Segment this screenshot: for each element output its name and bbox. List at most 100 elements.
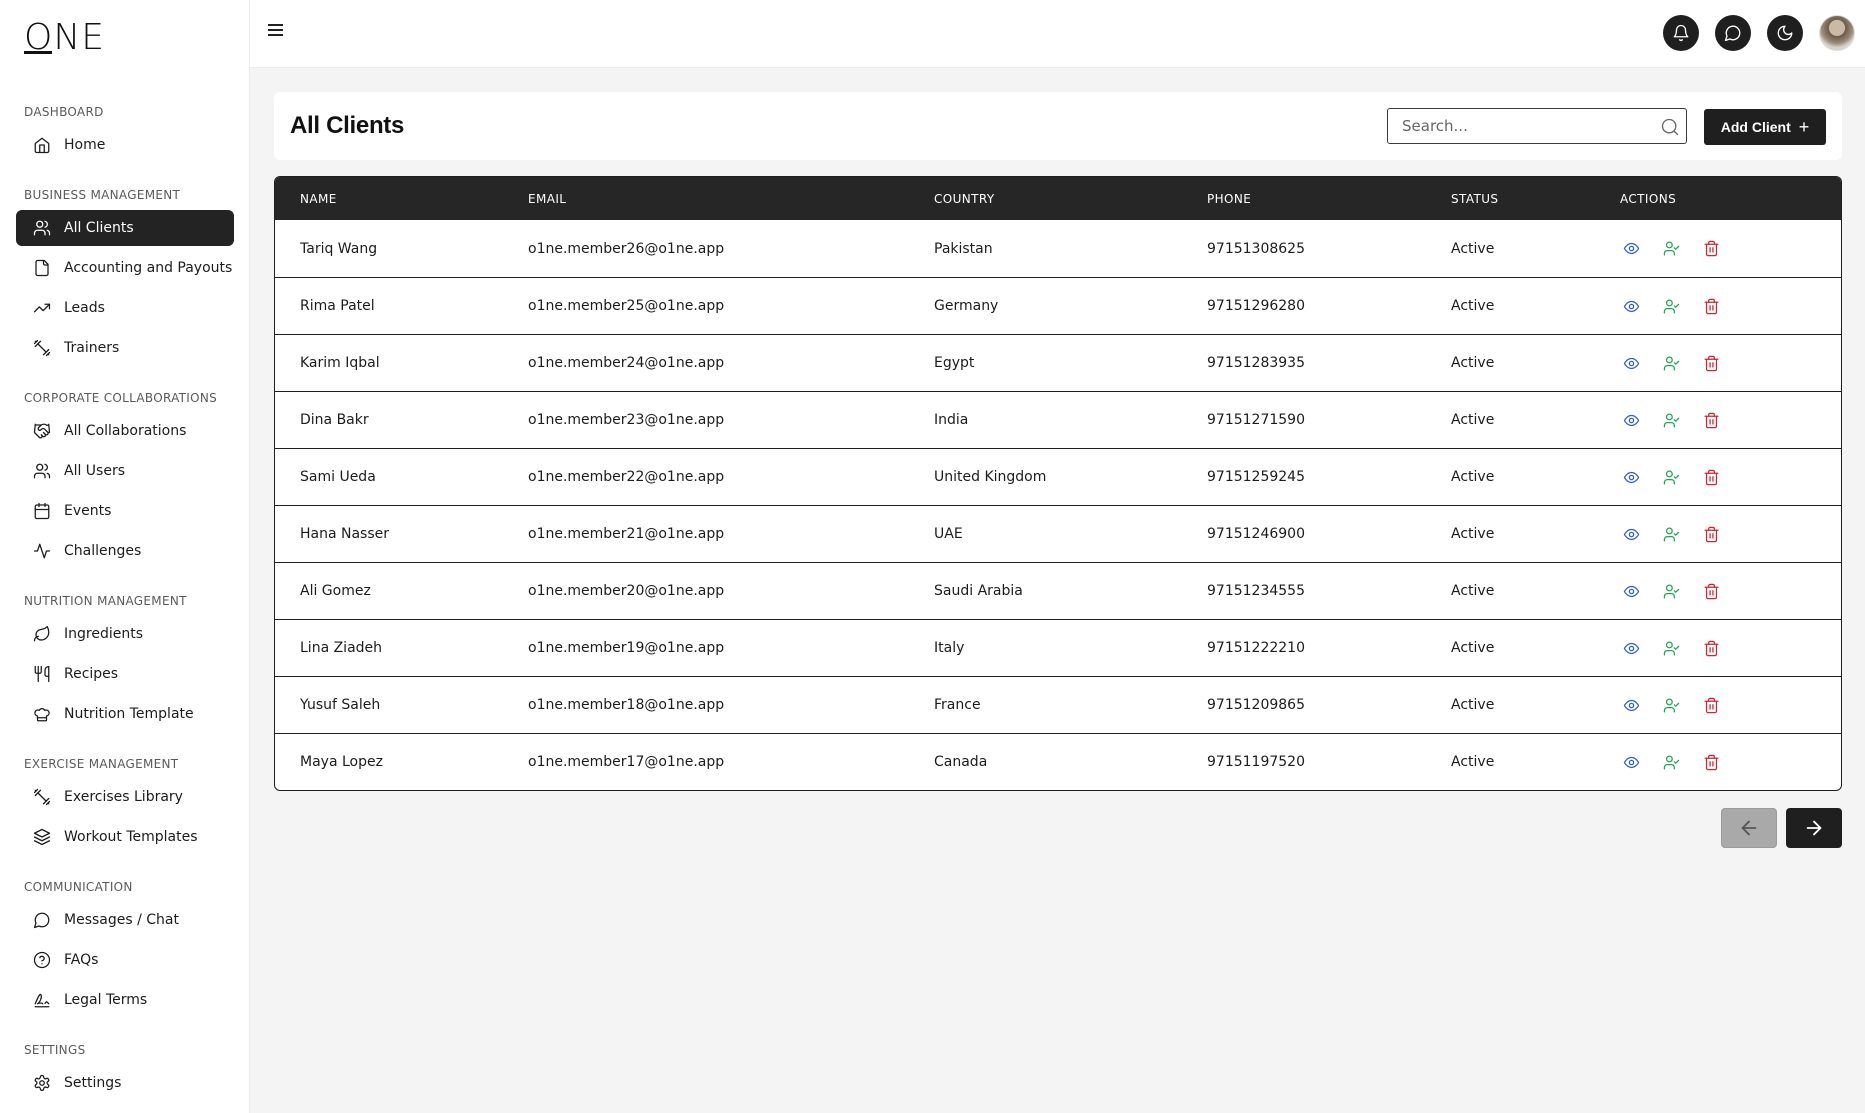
column-header-status: STATUS — [1451, 191, 1499, 206]
view-client-button[interactable] — [1620, 751, 1642, 773]
delete-client-button[interactable] — [1700, 466, 1722, 488]
assign-client-button[interactable] — [1660, 637, 1682, 659]
client-country: Italy — [934, 640, 965, 656]
view-client-button[interactable] — [1620, 694, 1642, 716]
handshake-icon — [32, 421, 52, 441]
delete-client-button[interactable] — [1700, 751, 1722, 773]
arrow-left-icon — [1741, 820, 1757, 836]
sidebar-nav: DASHBOARD Home BUSINESS MANAGEMENT All Clie… — [16, 102, 234, 1105]
view-client-button[interactable] — [1620, 409, 1642, 431]
eye-icon — [1623, 528, 1639, 540]
view-client-button[interactable] — [1620, 637, 1642, 659]
client-email: o1ne.member24@o1ne.app — [528, 355, 725, 371]
moon-icon — [1777, 25, 1793, 41]
theme-toggle-button[interactable] — [1767, 15, 1803, 51]
previous-page-button[interactable] — [1721, 808, 1777, 848]
assign-client-button[interactable] — [1660, 295, 1682, 317]
table-row: Dina Bakr o1ne.member23@o1ne.app India 9715… — [275, 391, 1841, 448]
handshake-icon — [33, 423, 51, 439]
client-phone: 97151209865 — [1207, 697, 1305, 713]
delete-client-button[interactable] — [1700, 352, 1722, 374]
sidebar-item-label: Recipes — [64, 666, 119, 682]
sidebar-item-challenges[interactable]: Challenges — [16, 533, 234, 569]
delete-client-button[interactable] — [1700, 637, 1722, 659]
sidebar-item-all-users[interactable]: All Users — [16, 453, 234, 489]
avatar[interactable] — [1819, 15, 1855, 51]
search-icon[interactable] — [1660, 117, 1680, 137]
delete-client-button[interactable] — [1700, 295, 1722, 317]
assign-client-button[interactable] — [1660, 751, 1682, 773]
next-page-button[interactable] — [1786, 808, 1842, 848]
delete-client-button[interactable] — [1700, 580, 1722, 602]
assign-client-button[interactable] — [1660, 580, 1682, 602]
view-client-button[interactable] — [1620, 523, 1642, 545]
chef-hat-icon — [32, 704, 52, 724]
trash-icon — [1703, 754, 1719, 770]
sidebar-item-accounting-and-payouts[interactable]: Accounting and Payouts — [16, 250, 234, 286]
notifications-button[interactable] — [1663, 15, 1699, 51]
sidebar-item-home[interactable]: Home — [16, 127, 234, 163]
add-client-button[interactable]: Add Client + — [1704, 109, 1826, 145]
sidebar-item-label: Settings — [64, 1075, 122, 1091]
row-actions — [1620, 637, 1722, 659]
sidebar-item-label: All Clients — [64, 220, 134, 236]
view-client-button[interactable] — [1620, 352, 1642, 374]
sidebar-item-recipes[interactable]: Recipes — [16, 656, 234, 692]
sidebar-item-ingredients[interactable]: Ingredients — [16, 616, 234, 652]
sidebar-item-all-collaborations[interactable]: All Collaborations — [16, 413, 234, 449]
assign-client-button[interactable] — [1660, 352, 1682, 374]
delete-client-button[interactable] — [1700, 238, 1722, 260]
assign-client-button[interactable] — [1660, 523, 1682, 545]
sidebar-item-all-clients[interactable]: All Clients — [16, 210, 234, 246]
assign-client-button[interactable] — [1660, 466, 1682, 488]
view-client-button[interactable] — [1620, 238, 1642, 260]
row-actions — [1620, 295, 1722, 317]
sidebar-item-leads[interactable]: Leads — [16, 290, 234, 326]
sidebar-section-title: CORPORATE COLLABORATIONS — [24, 391, 218, 405]
client-status: Active — [1451, 412, 1495, 428]
row-actions — [1620, 751, 1722, 773]
utensils-icon — [32, 664, 52, 684]
sidebar-item-trainers[interactable]: Trainers — [16, 330, 234, 366]
users-icon — [32, 218, 52, 238]
gear-icon — [32, 1073, 52, 1093]
messages-button[interactable] — [1715, 15, 1751, 51]
delete-client-button[interactable] — [1700, 409, 1722, 431]
sidebar-item-nutrition-template[interactable]: Nutrition Template — [16, 696, 234, 732]
client-name: Sami Ueda — [300, 469, 376, 485]
trash-icon — [1703, 526, 1719, 542]
sidebar-item-faqs[interactable]: FAQs — [16, 942, 234, 978]
top-bar — [250, 0, 1865, 68]
sidebar-item-messages-chat[interactable]: Messages / Chat — [16, 902, 234, 938]
delete-client-button[interactable] — [1700, 694, 1722, 716]
view-client-button[interactable] — [1620, 466, 1642, 488]
sidebar-item-legal-terms[interactable]: Legal Terms — [16, 982, 234, 1018]
file-icon — [32, 258, 52, 278]
view-client-button[interactable] — [1620, 580, 1642, 602]
users-icon — [32, 461, 52, 481]
client-country: Egypt — [934, 355, 975, 371]
eye-icon — [1623, 242, 1639, 255]
sidebar-section-title: EXERCISE MANAGEMENT — [24, 757, 179, 771]
sidebar-item-label: All Collaborations — [64, 423, 187, 439]
assign-client-button[interactable] — [1660, 409, 1682, 431]
assign-client-button[interactable] — [1660, 694, 1682, 716]
sidebar-item-label: Events — [64, 503, 112, 519]
delete-client-button[interactable] — [1700, 523, 1722, 545]
activity-icon — [33, 543, 51, 559]
sidebar-item-exercises-library[interactable]: Exercises Library — [16, 779, 234, 815]
help-circle-icon — [33, 951, 51, 969]
row-actions — [1620, 580, 1722, 602]
client-country: India — [934, 412, 969, 428]
sidebar-item-workout-templates[interactable]: Workout Templates — [16, 819, 234, 855]
brand-logo[interactable]: ONE — [24, 20, 106, 56]
sidebar-item-events[interactable]: Events — [16, 493, 234, 529]
view-client-button[interactable] — [1620, 295, 1642, 317]
assign-client-button[interactable] — [1660, 238, 1682, 260]
search-input[interactable] — [1388, 109, 1648, 143]
sidebar-item-settings[interactable]: Settings — [16, 1065, 234, 1101]
menu-toggle-icon[interactable] — [268, 24, 286, 40]
client-name: Yusuf Saleh — [300, 697, 381, 713]
client-status: Active — [1451, 469, 1495, 485]
row-actions — [1620, 523, 1722, 545]
